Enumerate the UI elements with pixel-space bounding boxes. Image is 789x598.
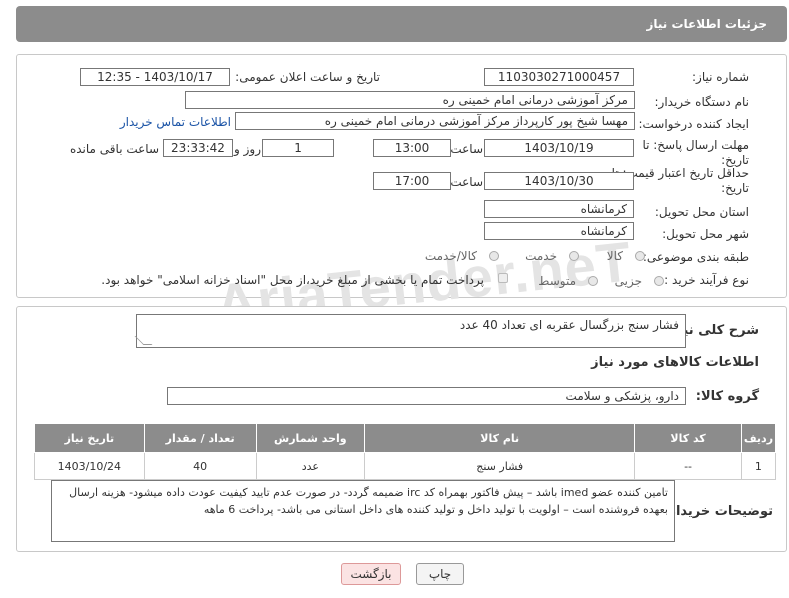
cell-unit: عدد — [255, 452, 366, 480]
page-header: جزئیات اطلاعات نیاز — [16, 6, 787, 42]
description-text: فشار سنج بزرگسال عقربه ای تعداد 40 عدد — [459, 318, 679, 332]
col-date: تاریخ نیاز — [34, 423, 145, 453]
days-label: روز و — [234, 142, 261, 156]
process-label: نوع فرآیند خرید : — [664, 273, 749, 287]
validity-time-field: 17:00 — [373, 172, 451, 190]
table-row: 1 -- فشار سنج عدد 40 1403/10/24 — [34, 452, 777, 480]
announce-field: 1403/10/17 - 12:35 — [80, 68, 230, 86]
deadline-time-label: ساعت — [450, 142, 483, 156]
need-number-label: شماره نیاز: — [692, 70, 749, 84]
col-code: کد کالا — [634, 423, 742, 453]
page-title: جزئیات اطلاعات نیاز — [646, 17, 767, 31]
buyer-org-label: نام دستگاه خریدار: — [654, 95, 750, 109]
print-button[interactable]: چاپ — [416, 563, 464, 585]
goods-group-label: گروه کالا: — [695, 389, 759, 404]
goods-table: ردیف کد کالا نام کالا واحد شمارش تعداد /… — [34, 423, 777, 480]
category-radio-goods[interactable] — [635, 251, 645, 261]
buyer-notes-field: تامین کننده عضو imed باشد – پیش فاکتور ب… — [51, 480, 675, 542]
province-field: کرمانشاه — [484, 200, 634, 218]
category-radio-goods-service[interactable] — [489, 251, 499, 261]
city-label: شهر محل تحویل: — [662, 227, 749, 241]
remaining-label: ساعت باقی مانده — [69, 142, 159, 156]
cell-name: فشار سنج — [364, 452, 636, 480]
category-option-goods-service: کالا/خدمت — [424, 249, 477, 263]
col-name: نام کالا — [364, 423, 636, 453]
goods-info-title: اطلاعات کالاهای مورد نیاز — [591, 355, 759, 370]
process-option-minor: جزیی — [614, 274, 642, 288]
deadline-time-field: 13:00 — [373, 139, 451, 157]
treasury-payment-note: پرداخت تمام یا بخشی از مبلغ خرید،از محل … — [101, 273, 484, 287]
col-qty: تعداد / مقدار — [143, 423, 257, 453]
creator-label: ایجاد کننده درخواست: — [638, 117, 749, 131]
category-option-goods: کالا — [606, 249, 623, 263]
process-option-medium: متوسط — [538, 274, 576, 288]
col-row: ردیف — [740, 423, 777, 453]
process-radio-medium[interactable] — [588, 276, 598, 286]
remaining-time-field: 23:33:42 — [163, 139, 233, 157]
process-radio-minor[interactable] — [654, 276, 664, 286]
cell-row: 1 — [740, 452, 777, 480]
buyer-notes-text: تامین کننده عضو imed باشد – پیش فاکتور ب… — [69, 486, 668, 516]
deadline-label: مهلت ارسال پاسخ: تا تاریخ: — [639, 138, 749, 168]
validity-date-field: 1403/10/30 — [484, 172, 634, 190]
buyer-org-field: مرکز آموزشی درمانی امام خمینی ره — [185, 91, 635, 109]
category-option-service: خدمت — [525, 249, 557, 263]
goods-table-header: ردیف کد کالا نام کالا واحد شمارش تعداد /… — [34, 423, 777, 453]
creator-field: مهسا شیخ پور کارپرداز مرکز آموزشی درمانی… — [235, 112, 635, 130]
description-field: فشار سنج بزرگسال عقربه ای تعداد 40 عدد — [136, 314, 686, 348]
cell-code: -- — [634, 452, 742, 480]
goods-group-field: دارو، پزشکی و سلامت — [167, 387, 686, 405]
buyer-contact-link[interactable]: اطلاعات تماس خریدار — [120, 115, 231, 129]
cell-date: 1403/10/24 — [34, 452, 145, 480]
announce-label: تاریخ و ساعت اعلان عمومی: — [235, 70, 380, 84]
deadline-label-text: مهلت ارسال پاسخ: تا تاریخ: — [642, 138, 749, 167]
category-label: طبقه بندی موضوعی: — [642, 250, 749, 264]
col-unit: واحد شمارش — [255, 423, 366, 453]
province-label: استان محل تحویل: — [654, 205, 749, 219]
back-button[interactable]: بازگشت — [341, 563, 401, 585]
cell-qty: 40 — [143, 452, 257, 480]
city-field: کرمانشاه — [484, 222, 634, 240]
buyer-notes-label: توضیحات خریدار: — [663, 504, 773, 519]
treasury-payment-checkbox[interactable] — [498, 273, 508, 283]
days-field: 1 — [262, 139, 334, 157]
need-number-field: 1103030271000457 — [484, 68, 634, 86]
category-radio-service[interactable] — [569, 251, 579, 261]
validity-time-label: ساعت — [450, 175, 483, 189]
deadline-date-field: 1403/10/19 — [484, 139, 634, 157]
